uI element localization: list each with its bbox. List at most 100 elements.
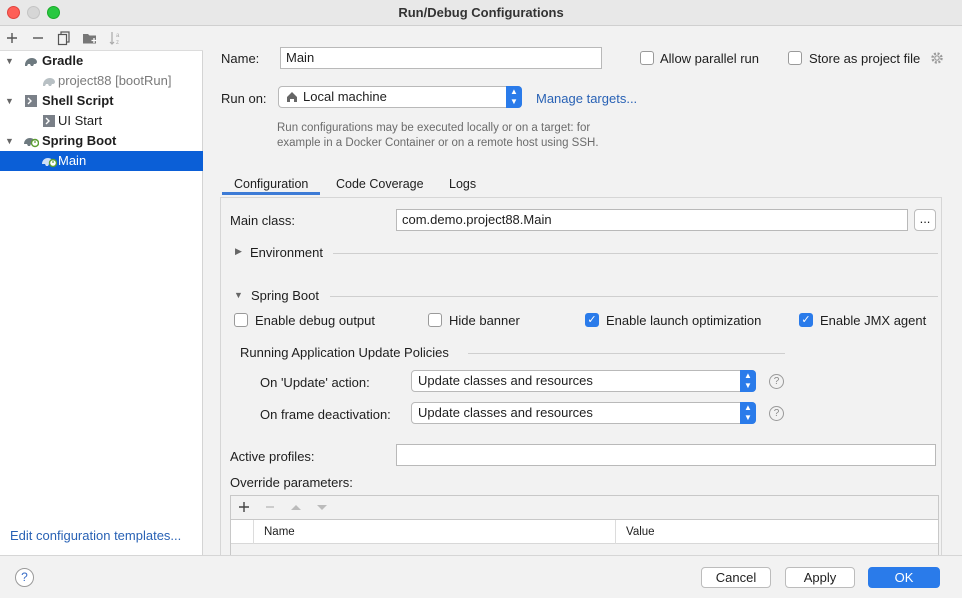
spring-boot-icon	[41, 154, 58, 168]
chevron-down-icon[interactable]: ▼	[5, 131, 14, 151]
enable-debug-output-label: Enable debug output	[255, 313, 375, 328]
column-divider	[253, 520, 254, 544]
tree-label: project88 [bootRun]	[58, 73, 172, 88]
run-on-value: Local machine	[303, 89, 387, 104]
svg-text:a: a	[116, 33, 120, 39]
tab-configuration[interactable]: Configuration	[222, 173, 321, 195]
table-header: Name Value	[231, 520, 938, 544]
tree-item-project88-bootrun[interactable]: project88 [bootRun]	[0, 71, 203, 91]
chevron-updown-icon[interactable]: ▲ ▼	[506, 86, 522, 108]
on-update-action-select[interactable]: Update classes and resources ▲ ▼	[411, 370, 756, 392]
main-class-label: Main class:	[230, 213, 296, 228]
update-policies-heading: Running Application Update Policies	[240, 345, 449, 360]
tree-toolbar: az	[0, 27, 203, 51]
hint-line-1: Run configurations may be executed local…	[277, 122, 591, 134]
ok-button[interactable]: OK	[868, 567, 940, 588]
store-as-project-file-checkbox[interactable]	[788, 51, 802, 65]
chevron-down-icon[interactable]: ▼	[234, 290, 243, 300]
tree-label: Shell Script	[42, 93, 114, 108]
gear-icon[interactable]	[930, 51, 944, 65]
window-title: Run/Debug Configurations	[398, 5, 564, 20]
add-icon[interactable]	[236, 499, 252, 515]
tree-label: UI Start	[58, 113, 103, 128]
name-label: Name:	[221, 51, 260, 66]
name-field[interactable]: Main	[280, 47, 602, 69]
gradle-icon	[23, 54, 37, 68]
spring-boot-icon	[23, 134, 40, 148]
column-header-value[interactable]: Value	[626, 520, 655, 544]
svg-text:z: z	[116, 40, 119, 46]
section-divider	[330, 296, 938, 297]
configuration-editor: Name: Main Allow parallel run Store as p…	[204, 27, 962, 556]
shell-script-icon	[24, 94, 38, 108]
enable-jmx-agent-checkbox[interactable]: ✓	[799, 313, 813, 327]
edit-configuration-templates-link[interactable]: Edit configuration templates...	[10, 528, 181, 543]
chevron-down-icon[interactable]: ▼	[5, 51, 14, 71]
run-on-hint: Run configurations may be executed local…	[277, 121, 599, 151]
tree-group-gradle[interactable]: ▼ Gradle	[0, 51, 203, 71]
column-header-name[interactable]: Name	[264, 520, 295, 544]
override-parameters-table: Name Value	[230, 495, 939, 556]
table-toolbar	[231, 496, 938, 520]
on-frame-deactivation-select[interactable]: Update classes and resources ▲ ▼	[411, 402, 756, 424]
title-bar: Run/Debug Configurations	[0, 0, 962, 26]
tree-group-shell-script[interactable]: ▼ Shell Script	[0, 91, 203, 111]
chevron-right-icon[interactable]: ▶	[235, 246, 242, 257]
tab-code-coverage[interactable]: Code Coverage	[336, 173, 424, 195]
manage-targets-link[interactable]: Manage targets...	[536, 91, 637, 106]
sort-icon[interactable]: az	[107, 29, 125, 47]
home-icon	[285, 90, 299, 104]
gradle-icon	[41, 74, 55, 88]
on-frame-deactivation-value: Update classes and resources	[418, 405, 593, 420]
tree-group-spring-boot[interactable]: ▼ Spring Boot	[0, 131, 203, 151]
new-folder-icon[interactable]	[81, 29, 99, 47]
browse-main-class-button[interactable]: ...	[914, 209, 936, 231]
cancel-button[interactable]: Cancel	[701, 567, 771, 588]
hide-banner-checkbox[interactable]	[428, 313, 442, 327]
hint-line-2: example in a Docker Container or on a re…	[277, 137, 599, 149]
enable-jmx-agent-label: Enable JMX agent	[820, 313, 927, 328]
help-icon[interactable]: ?	[769, 406, 784, 421]
run-on-select[interactable]: Local machine ▲ ▼	[278, 86, 522, 108]
on-update-action-value: Update classes and resources	[418, 373, 593, 388]
active-profiles-label: Active profiles:	[230, 449, 315, 464]
enable-debug-output-checkbox[interactable]	[234, 313, 248, 327]
environment-section-toggle[interactable]: Environment	[250, 245, 323, 260]
hide-banner-label: Hide banner	[449, 313, 520, 328]
remove-icon[interactable]	[29, 29, 47, 47]
move-up-icon[interactable]	[288, 499, 304, 515]
store-as-project-file-label: Store as project file	[809, 51, 921, 66]
enable-launch-optimization-checkbox[interactable]: ✓	[585, 313, 599, 327]
column-divider	[615, 520, 616, 544]
allow-parallel-run-checkbox[interactable]	[640, 51, 654, 65]
chevron-down-icon[interactable]: ▼	[5, 91, 14, 111]
tree-item-main[interactable]: Main	[0, 151, 203, 171]
shell-script-icon	[42, 114, 56, 128]
run-on-label: Run on:	[221, 91, 267, 106]
override-parameters-label: Override parameters:	[230, 475, 353, 490]
help-icon[interactable]: ?	[769, 374, 784, 389]
tab-logs[interactable]: Logs	[449, 173, 476, 195]
help-button[interactable]: ?	[15, 568, 34, 587]
allow-parallel-run-label: Allow parallel run	[660, 51, 759, 66]
add-icon[interactable]	[3, 29, 21, 47]
dialog-button-bar: ? Cancel Apply OK	[0, 555, 962, 598]
tree-item-ui-start[interactable]: UI Start	[0, 111, 203, 131]
copy-icon[interactable]	[55, 29, 73, 47]
chevron-updown-icon[interactable]: ▲ ▼	[740, 370, 756, 392]
configuration-tab-panel: Main class: com.demo.project88.Main ... …	[220, 197, 942, 556]
tree-label: Gradle	[42, 53, 84, 68]
on-update-action-label: On 'Update' action:	[260, 375, 370, 390]
configurations-tree-panel: az ▼ Gradle project88 [bootRun] ▼ Shell …	[0, 27, 203, 555]
chevron-updown-icon[interactable]: ▲ ▼	[740, 402, 756, 424]
main-class-field[interactable]: com.demo.project88.Main	[396, 209, 908, 231]
tree-label: Main	[58, 153, 87, 168]
move-down-icon[interactable]	[314, 499, 330, 515]
active-profiles-field[interactable]	[396, 444, 936, 466]
section-divider	[333, 253, 938, 254]
spring-boot-section-toggle[interactable]: Spring Boot	[251, 288, 319, 303]
apply-button[interactable]: Apply	[785, 567, 855, 588]
enable-launch-optimization-label: Enable launch optimization	[606, 313, 762, 328]
remove-icon[interactable]	[262, 499, 278, 515]
tree-label: Spring Boot	[42, 133, 117, 148]
